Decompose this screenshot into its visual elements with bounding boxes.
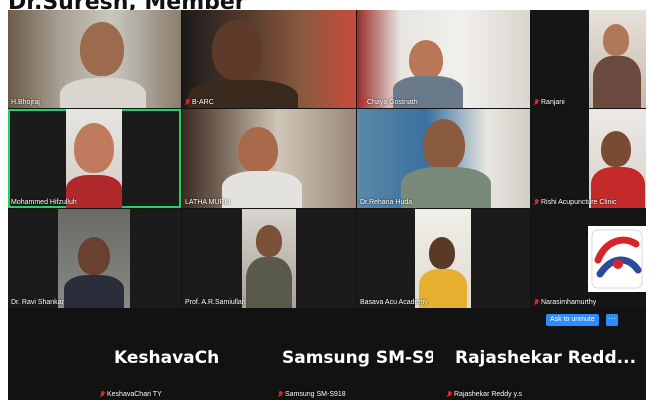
name-tile-3[interactable]: Rajashekar Redd... Rajashekar Reddy y.s [433,328,646,400]
participant-name-12: Narasimhamurthy [534,299,596,306]
video-tile-11[interactable]: Basava Acu Academy [357,209,530,308]
muted-mic-icon [278,391,283,398]
muted-mic-icon [534,199,539,206]
participant-name-2: B-ARC [185,99,214,106]
video-tile-4[interactable]: Ranjani [531,10,646,108]
participant-name-3: Chaya Gostnath [360,99,418,106]
gallery-view: H.Bhojraj B-ARC Chaya Gostnath Ranjani M… [8,10,646,400]
participant-name-9: Dr. Ravi Shankar [11,299,64,306]
clinic-logo-icon [588,226,646,292]
muted-mic-icon [534,99,539,106]
display-name-3: Rajashekar Redd... [455,348,637,368]
participant-name-14: Samsung SM-S918 [278,391,346,398]
participant-name-4: Ranjani [534,99,565,106]
participant-name-7: Dr.Rehana Huda [360,199,413,206]
muted-mic-icon [100,391,105,398]
name-tile-2[interactable]: Samsung SM-S9... Samsung SM-S918 [220,328,433,400]
muted-mic-icon [185,99,190,106]
video-tile-8[interactable]: Rishi Acupuncture Clinic [531,109,646,208]
participant-name-13: KeshavaChari TY [100,391,162,398]
video-tile-2[interactable]: B-ARC [182,10,356,108]
participant-name-8: Rishi Acupuncture Clinic [534,199,616,206]
muted-mic-icon [360,99,365,106]
video-tile-7[interactable]: Dr.Rehana Huda [357,109,530,208]
participant-name-5: Mohammed Hifzulluh [11,199,77,206]
participant-name-11: Basava Acu Academy [360,299,428,306]
display-name-1: KeshavaChari TY [114,348,220,368]
video-tile-3[interactable]: Chaya Gostnath [357,10,530,108]
participant-name-10: Prof. A.R.Samiullah [185,299,246,306]
video-tile-5[interactable]: Mohammed Hifzulluh [8,109,181,208]
name-tile-1[interactable]: KeshavaChari TY KeshavaChari TY [8,328,220,400]
display-name-2: Samsung SM-S9... [282,348,433,368]
muted-mic-icon [534,299,539,306]
participant-name-6: LATHA MURLI [185,199,231,206]
video-tile-9[interactable]: Dr. Ravi Shankar [8,209,181,308]
video-tile-6[interactable]: LATHA MURLI [182,109,356,208]
participant-name-15: Rajashekar Reddy y.s [447,391,522,398]
muted-mic-icon [447,391,452,398]
ask-to-unmute-button[interactable]: Ask to unmute [546,314,599,326]
video-tile-1[interactable]: H.Bhojraj [8,10,181,108]
video-tile-10[interactable]: Prof. A.R.Samiullah [182,209,356,308]
more-options-button[interactable]: ··· [606,314,618,326]
participant-name-1: H.Bhojraj [11,99,40,106]
